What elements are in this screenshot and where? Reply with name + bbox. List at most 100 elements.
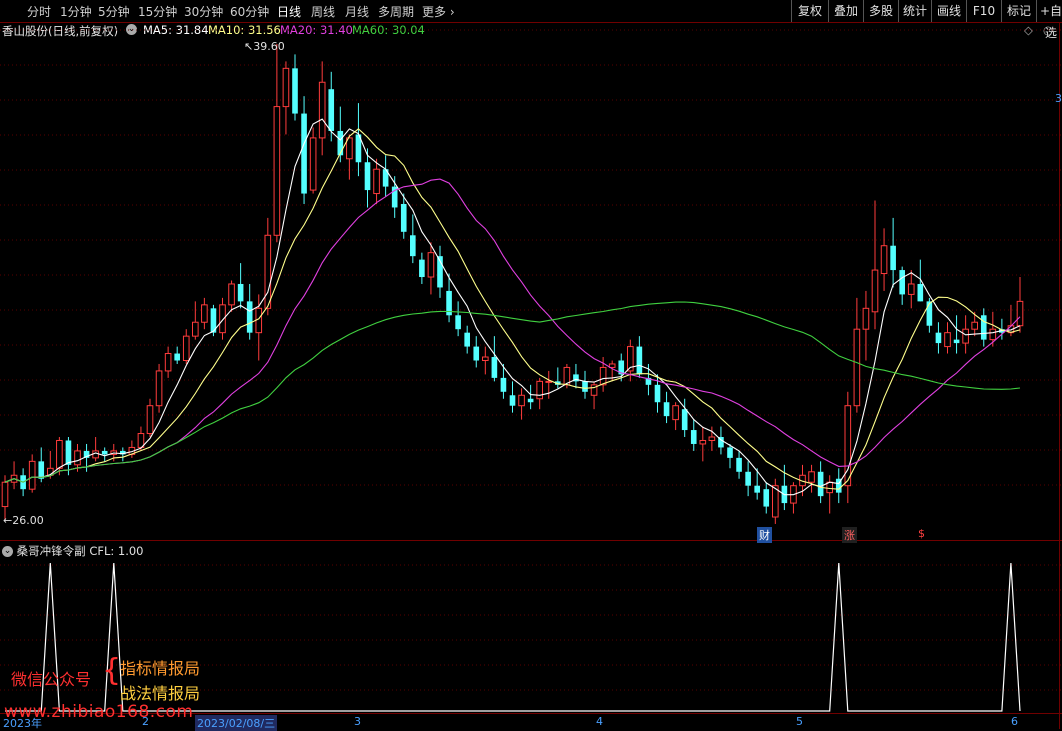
candle-down <box>690 430 697 444</box>
candle-up <box>989 328 997 341</box>
candle-up <box>192 321 199 337</box>
candle-up <box>1 481 9 508</box>
low-price-marker: ←26.00 <box>3 514 44 527</box>
x-axis-month-6: 6 <box>1011 715 1018 728</box>
candle-up <box>962 328 969 344</box>
candle-down <box>237 283 244 302</box>
ma5-line <box>4 118 1021 496</box>
candle-down <box>246 301 253 333</box>
candle-up <box>672 405 679 421</box>
high-price-label: 39.60 <box>253 40 285 53</box>
candle-up <box>92 450 99 459</box>
candle-up <box>164 353 172 372</box>
ma20-line <box>4 178 1021 483</box>
candle-down <box>473 346 480 361</box>
candle-up <box>273 106 281 236</box>
indicator-title: 桑哥冲锋令副 <box>16 544 86 558</box>
candle-up <box>373 168 380 195</box>
candle-up <box>219 304 226 334</box>
candle-down <box>754 485 760 493</box>
candle-down <box>174 353 180 361</box>
candle-up <box>182 335 190 361</box>
candle-down <box>636 346 643 375</box>
candle-down <box>101 450 108 455</box>
candle-up <box>971 321 978 330</box>
candle-down <box>663 402 670 417</box>
watermark-line2: 战法情报局 <box>120 684 201 703</box>
candle-up <box>155 370 163 407</box>
candle-up <box>309 137 317 191</box>
candle-up <box>826 481 833 494</box>
candle-up <box>74 450 81 466</box>
candle-up <box>708 436 716 441</box>
x-axis-month-3: 3 <box>354 715 361 728</box>
candle-down <box>491 357 498 378</box>
x-axis-month-2: 2 <box>142 715 149 728</box>
candle-up <box>699 439 707 445</box>
candle-up <box>808 471 815 483</box>
arrow-left-icon: ← <box>3 514 13 527</box>
candle-down <box>681 409 688 431</box>
candle-up <box>201 304 208 323</box>
candle-up <box>264 234 272 309</box>
candle-up <box>944 332 951 348</box>
candle-up <box>427 252 435 278</box>
candle-down <box>419 259 425 278</box>
candle-up <box>282 67 290 108</box>
x-axis-month-5: 5 <box>796 715 803 728</box>
candle-down <box>400 203 407 232</box>
candle-down <box>500 377 507 392</box>
candle-down <box>890 245 896 271</box>
candle-up <box>853 328 861 407</box>
candle-up <box>907 283 915 295</box>
candle-up <box>56 439 63 469</box>
candle-up <box>871 269 879 313</box>
candle-down <box>935 332 942 344</box>
finance-event-badge[interactable]: 财 <box>757 527 772 543</box>
candle-down <box>301 113 307 194</box>
watermark-wechat: 微信公众号 <box>11 670 92 689</box>
ma-lines-layer <box>4 118 1021 496</box>
watermark-line1: 指标情报局 <box>120 659 201 678</box>
candle-up <box>318 81 326 139</box>
candle-down <box>926 301 933 326</box>
right-edge-label: 3 <box>1055 92 1062 105</box>
arrow-left-icon: ↖ <box>244 40 254 53</box>
x-axis-month-4: 4 <box>596 715 603 728</box>
candle-down <box>654 384 661 403</box>
candle-down <box>464 332 470 347</box>
candle-down <box>745 471 751 486</box>
candle-down <box>328 89 335 131</box>
candle-up <box>862 307 870 330</box>
candle-down <box>917 283 924 302</box>
low-price-label: 26.00 <box>12 514 44 527</box>
candle-down <box>455 315 461 330</box>
chevron-down-icon[interactable]: ⌄ <box>2 546 13 557</box>
candle-up <box>146 405 154 435</box>
candle-down <box>736 457 742 472</box>
limit-up-event-badge[interactable]: 涨 <box>842 527 857 543</box>
indicator-header: ⌄ 桑哥冲锋令副 CFL: 1.00 <box>2 543 144 559</box>
candle-down <box>527 398 534 403</box>
high-price-marker: ↖39.60 <box>244 40 285 53</box>
candle-up <box>880 245 888 275</box>
candle-up <box>228 283 235 306</box>
candle-down <box>817 471 824 497</box>
candle-down <box>65 440 72 465</box>
candle-up <box>28 460 36 490</box>
candle-down <box>337 130 344 156</box>
candle-up <box>536 380 543 400</box>
indicator-value: CFL: 1.00 <box>89 544 144 558</box>
candle-down <box>727 447 733 458</box>
candle-down <box>899 270 905 295</box>
candle-down <box>582 381 588 392</box>
candle-down <box>364 162 371 191</box>
kline-chart[interactable] <box>0 0 1062 729</box>
candle-down <box>292 68 298 114</box>
candle-up <box>482 356 489 361</box>
candle-up <box>518 394 525 407</box>
candle-up <box>545 380 553 383</box>
candle-down <box>410 235 416 257</box>
dividend-event-badge[interactable]: $ <box>918 527 925 540</box>
candle-down <box>38 461 45 479</box>
